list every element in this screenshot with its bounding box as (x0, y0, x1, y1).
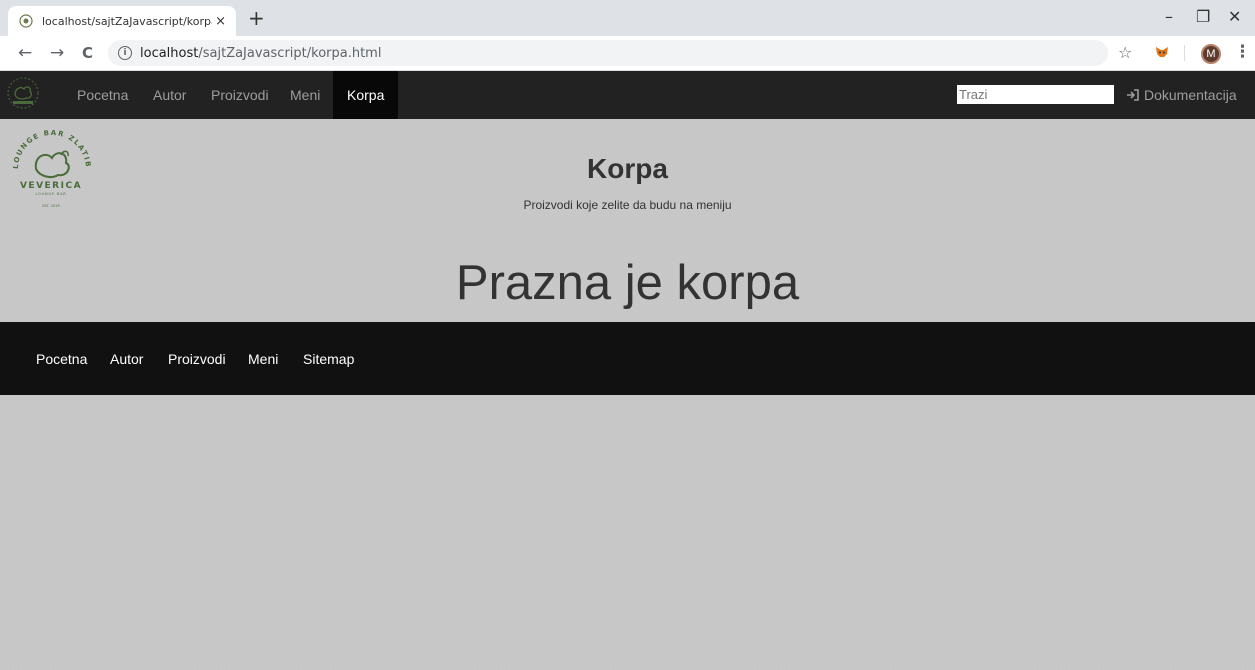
tab-title: localhost/sajtZaJavascript/korpa.h (42, 14, 212, 28)
navbar-logo[interactable] (6, 76, 40, 110)
tab-close-icon[interactable]: × (215, 14, 226, 29)
forward-button[interactable]: → (50, 42, 64, 64)
logo-subtext: LOUNGE BAR (35, 192, 66, 196)
documentation-link[interactable]: Dokumentacija (1126, 71, 1237, 119)
info-icon[interactable]: i (118, 46, 132, 60)
footer-link-pocetna[interactable]: Pocetna (36, 351, 87, 367)
url-host: localhost (140, 45, 199, 61)
browser-toolbar: ← → C i localhost/sajtZaJavascript/korpa… (0, 36, 1255, 71)
star-icon[interactable]: ☆ (1118, 43, 1132, 62)
footer-link-proizvodi[interactable]: Proizvodi (168, 351, 226, 367)
toolbar-divider (1184, 45, 1185, 61)
footer: Pocetna Autor Proizvodi Meni Sitemap (0, 322, 1255, 395)
profile-avatar[interactable]: M (1201, 44, 1221, 64)
footer-link-meni[interactable]: Meni (248, 351, 278, 367)
search-input[interactable] (957, 85, 1114, 104)
nav-link-autor[interactable]: Autor (139, 71, 200, 119)
nav-link-korpa[interactable]: Korpa (333, 71, 399, 119)
nav-link-meni[interactable]: Meni (276, 71, 334, 119)
metamask-extension-icon[interactable] (1155, 45, 1169, 59)
browser-tab[interactable]: localhost/sajtZaJavascript/korpa.h × (8, 6, 236, 36)
minimize-button[interactable]: – (1165, 6, 1173, 28)
empty-cart-message: Prazna je korpa (455, 256, 800, 310)
close-window-button[interactable]: ✕ (1228, 6, 1241, 28)
url-path: /sajtZaJavascript/korpa.html (198, 45, 382, 61)
page-title: Korpa (587, 153, 668, 184)
new-tab-button[interactable]: + (248, 6, 265, 30)
address-bar[interactable]: i localhost/sajtZaJavascript/korpa.html (108, 40, 1108, 66)
nav-link-pocetna[interactable]: Pocetna (63, 71, 142, 119)
sign-in-icon (1126, 88, 1140, 102)
restore-button[interactable]: ❐ (1196, 6, 1210, 28)
page-subtitle: Proizvodi koje zelite da budu na meniju (523, 198, 732, 212)
nav-link-proizvodi[interactable]: Proizvodi (197, 71, 283, 119)
top-navbar: Pocetna Autor Proizvodi Meni Korpa Dokum… (0, 71, 1255, 119)
reload-button[interactable]: C (82, 42, 93, 64)
back-button[interactable]: ← (18, 42, 32, 64)
footer-link-autor[interactable]: Autor (110, 351, 143, 367)
footer-link-sitemap[interactable]: Sitemap (303, 351, 354, 367)
page-viewport: Pocetna Autor Proizvodi Meni Korpa Dokum… (0, 71, 1255, 670)
tab-favicon-icon (18, 13, 34, 29)
documentation-label: Dokumentacija (1144, 87, 1237, 103)
kebab-menu-icon[interactable]: ⋮ (1234, 42, 1251, 62)
browser-tab-strip: localhost/sajtZaJavascript/korpa.h × + –… (0, 0, 1255, 36)
